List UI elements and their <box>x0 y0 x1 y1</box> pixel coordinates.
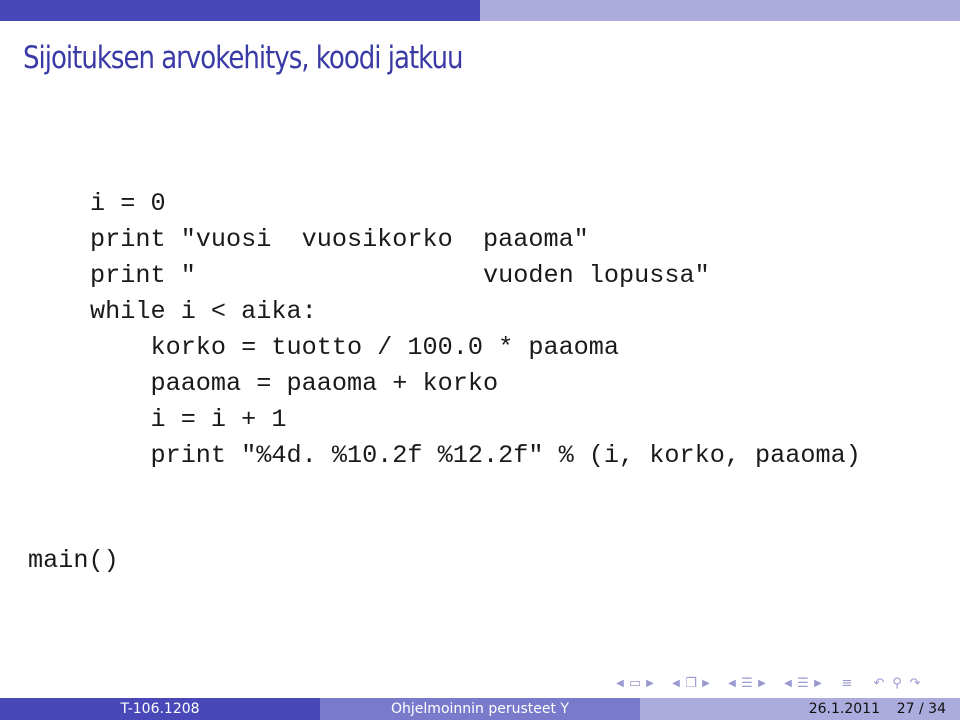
header-bar-right <box>480 0 960 21</box>
prev-section-arrow-icon[interactable]: ◀ <box>726 678 738 689</box>
header-bar-left <box>0 0 480 21</box>
footer-bar: T-106.1208 Ohjelmoinnin perusteet Y 26.1… <box>0 698 960 720</box>
code-line: print "vuosi vuosikorko paaoma" <box>90 225 589 254</box>
frame-icon[interactable]: ▭ <box>626 676 644 691</box>
footer-date: 26.1.2011 <box>808 701 880 717</box>
undo-icon[interactable]: ↶ <box>870 676 888 691</box>
toc-icon[interactable]: ≡ <box>838 676 856 691</box>
search-icon[interactable]: ⚲ <box>888 676 906 691</box>
subsection-icon[interactable]: ❐ <box>682 676 700 691</box>
code-line: print " vuoden lopussa" <box>90 261 710 290</box>
code-line: i = i + 1 <box>90 405 287 434</box>
next-subsection-arrow-icon[interactable]: ▶ <box>700 678 712 689</box>
prev-frame-arrow-icon[interactable]: ◀ <box>614 678 626 689</box>
footer-course-code: T-106.1208 <box>0 698 320 720</box>
code-block: i = 0 print "vuosi vuosikorko paaoma" prin… <box>90 186 861 474</box>
next-part-arrow-icon[interactable]: ▶ <box>812 678 824 689</box>
code-line: print "%4d. %10.2f %12.2f" % (i, korko, … <box>90 441 861 470</box>
next-frame-arrow-icon[interactable]: ▶ <box>644 678 656 689</box>
section-icon[interactable]: ☰ <box>738 676 756 691</box>
footer-course-name: Ohjelmoinnin perusteet Y <box>320 698 640 720</box>
beamer-navigation: ◀ ▭ ▶ ◀ ❐ ▶ ◀ ☰ ▶ ◀ ☰ ▶ ≡ ↶ ⚲ ↷ <box>614 674 924 692</box>
code-line: paaoma = paaoma + korko <box>90 369 499 398</box>
redo-icon[interactable]: ↷ <box>906 676 924 691</box>
code-line: korko = tuotto / 100.0 * paaoma <box>90 333 620 362</box>
prev-part-arrow-icon[interactable]: ◀ <box>782 678 794 689</box>
slide-title: Sijoituksen arvokehitys, koodi jatkuu <box>23 40 463 76</box>
footer-page-number: 27 / 34 <box>896 701 946 717</box>
footer-right: 26.1.2011 27 / 34 <box>640 698 960 720</box>
next-section-arrow-icon[interactable]: ▶ <box>756 678 768 689</box>
header-bar <box>0 0 960 21</box>
part-icon[interactable]: ☰ <box>794 676 812 691</box>
prev-subsection-arrow-icon[interactable]: ◀ <box>670 678 682 689</box>
code-line: while i < aika: <box>90 297 317 326</box>
main-call-code: main() <box>28 546 119 575</box>
code-line: i = 0 <box>90 189 166 218</box>
